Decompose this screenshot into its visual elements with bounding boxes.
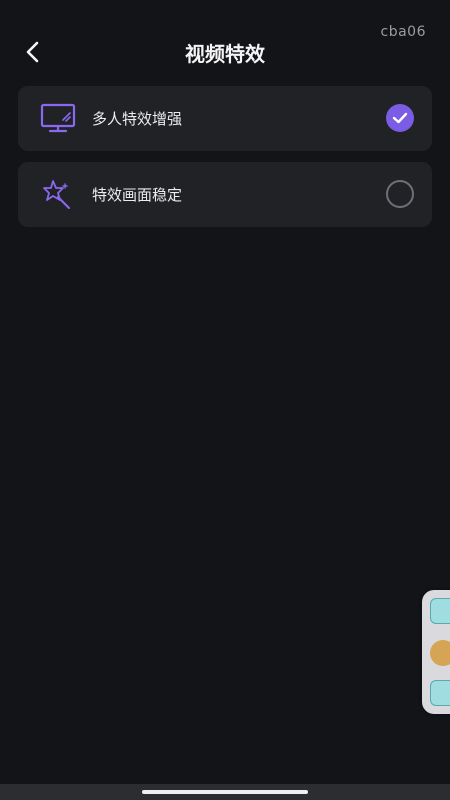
checked-radio-icon[interactable] <box>386 104 414 132</box>
home-bar[interactable] <box>142 790 308 794</box>
effect-option-list: 多人特效增强 特效画面稳定 <box>18 86 432 238</box>
grid-app-icon[interactable] <box>430 598 450 624</box>
page-title: 视频特效 <box>185 42 265 66</box>
floating-assistant-widget[interactable] <box>422 590 450 714</box>
monitor-icon <box>38 99 78 139</box>
grid-app-icon[interactable] <box>430 680 450 706</box>
header: 视频特效 <box>0 32 450 72</box>
option-label: 多人特效增强 <box>92 110 183 128</box>
home-indicator <box>0 784 450 800</box>
unchecked-radio-icon[interactable] <box>386 180 414 208</box>
coin-icon[interactable] <box>430 640 450 666</box>
sparkle-wand-icon <box>38 175 78 215</box>
option-multi-person-enhance[interactable]: 多人特效增强 <box>18 86 432 151</box>
option-label: 特效画面稳定 <box>92 186 183 204</box>
option-stabilization[interactable]: 特效画面稳定 <box>18 162 432 227</box>
screen: cba06 视频特效 多人特效增强 特效画面稳定 <box>0 0 450 800</box>
